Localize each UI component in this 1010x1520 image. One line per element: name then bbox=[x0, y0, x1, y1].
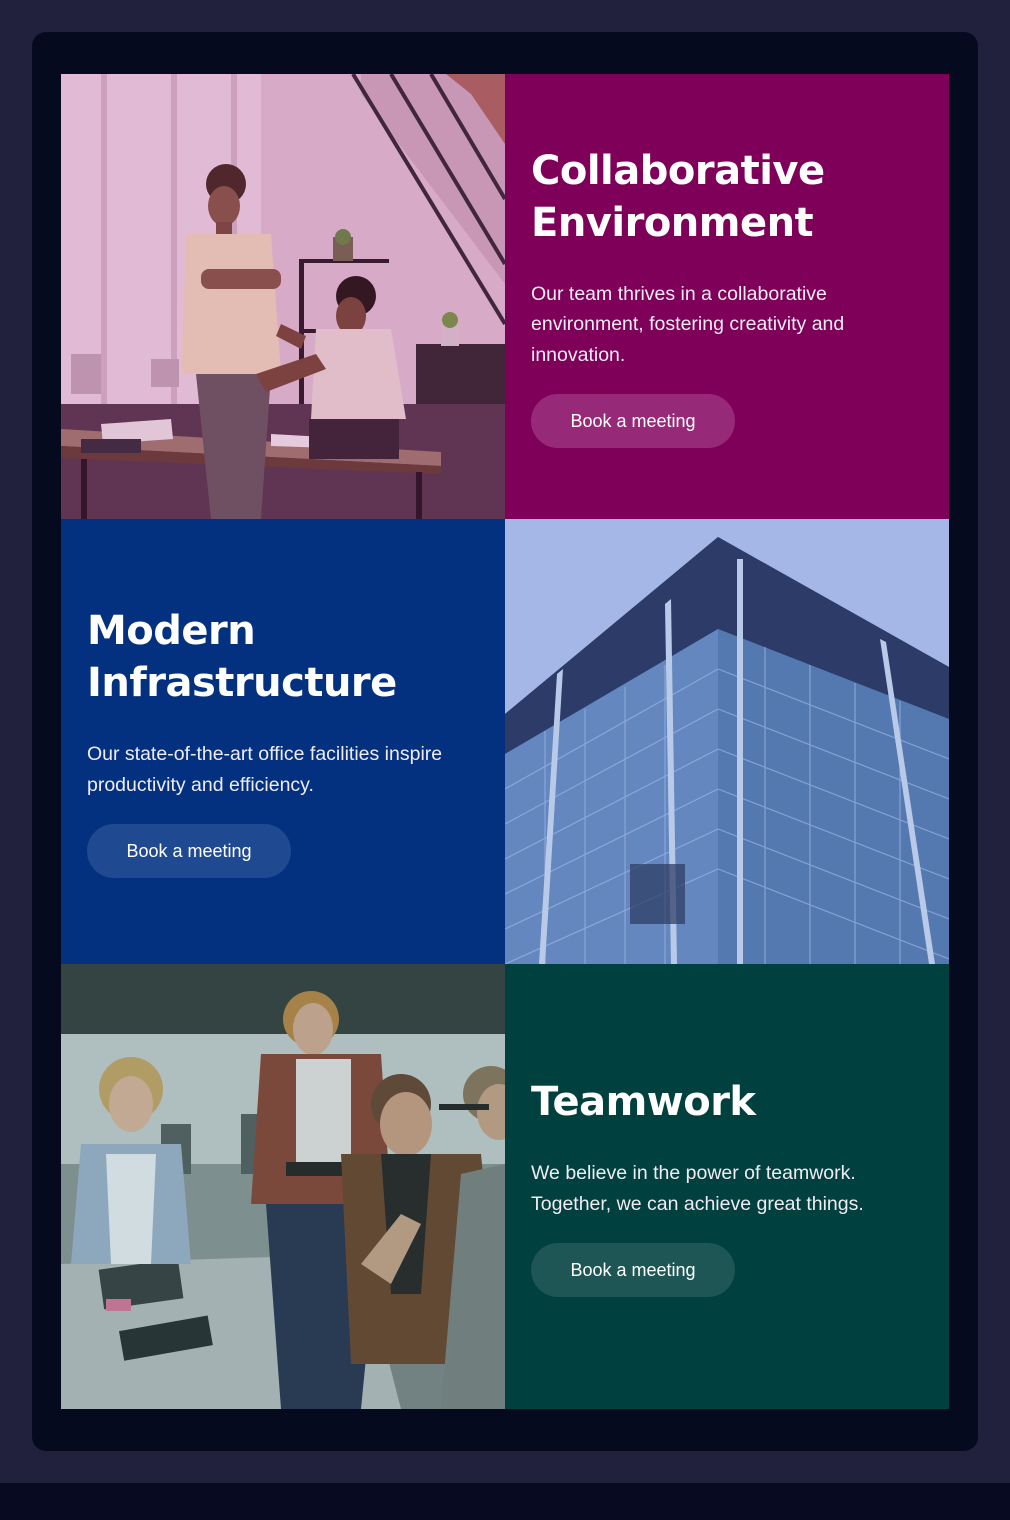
book-meeting-button[interactable]: Book a meeting bbox=[87, 824, 291, 878]
team-meeting-photo bbox=[61, 964, 505, 1409]
book-meeting-button[interactable]: Book a meeting bbox=[531, 1243, 735, 1297]
collaborative-environment-section: Collaborative Environment Our team thrive… bbox=[505, 74, 949, 519]
section-title: Collaborative Environment bbox=[531, 145, 923, 249]
teamwork-section: Teamwork We believe in the power of team… bbox=[505, 964, 949, 1409]
modern-infrastructure-section: Modern Infrastructure Our state-of-the-ar… bbox=[61, 519, 505, 964]
collaboration-photo bbox=[61, 74, 505, 519]
building-photo bbox=[505, 519, 949, 964]
section-description: Our state-of-the-art office facilities i… bbox=[87, 743, 443, 796]
section-title: Modern Infrastructure bbox=[87, 605, 479, 709]
title-line-2: Infrastructure bbox=[87, 660, 397, 706]
title-line-1: Modern bbox=[87, 608, 256, 654]
section-title: Teamwork bbox=[531, 1079, 756, 1125]
page-footer-band bbox=[0, 1483, 1010, 1520]
section-description: Our team thrives in a collaborative envi… bbox=[531, 282, 845, 366]
section-description: We believe in the power of teamwork. Tog… bbox=[531, 1162, 864, 1215]
feature-grid: Collaborative Environment Our team thrive… bbox=[61, 74, 949, 1409]
title-line-1: Collaborative bbox=[531, 147, 825, 194]
book-meeting-button[interactable]: Book a meeting bbox=[531, 394, 735, 449]
title-line-2: Environment bbox=[531, 199, 814, 246]
